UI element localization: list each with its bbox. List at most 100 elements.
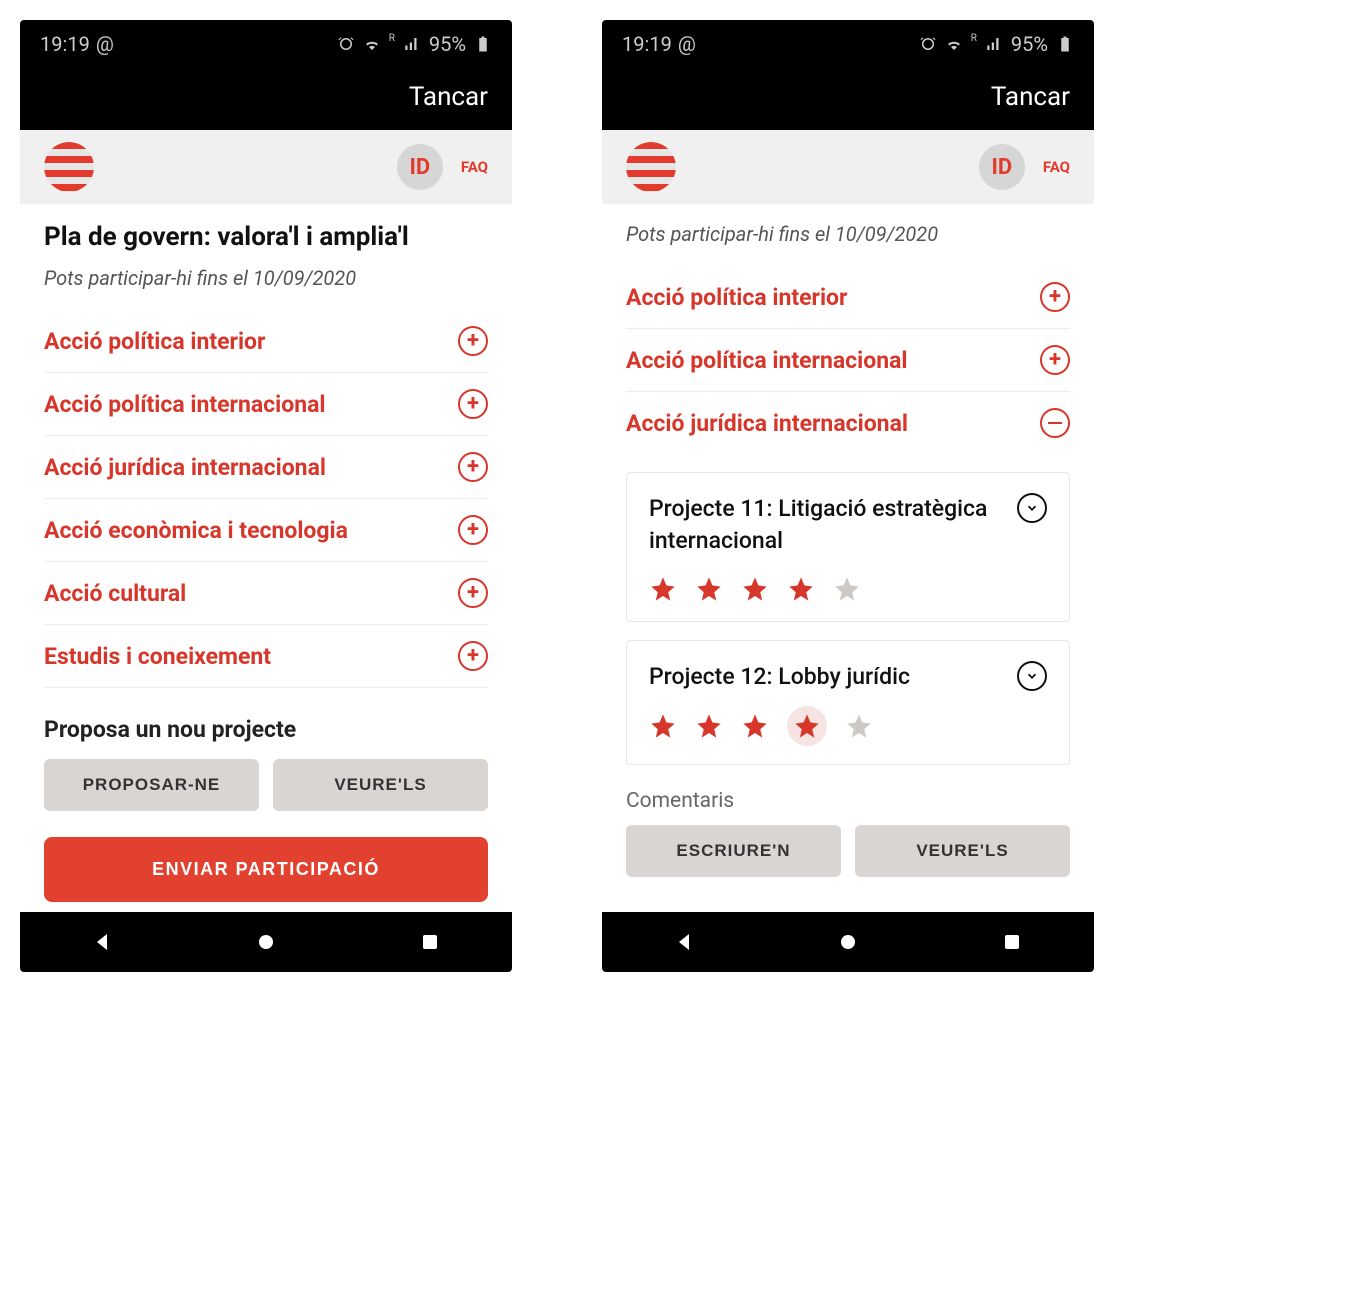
plus-icon xyxy=(1040,282,1070,312)
view-comments-button[interactable]: VEURE'LS xyxy=(855,825,1070,877)
accordion-item-2[interactable]: Acció jurídica internacional xyxy=(626,392,1070,454)
main-content: Pots participar-hi fins el 10/09/2020 Ac… xyxy=(602,204,1094,912)
home-icon[interactable] xyxy=(254,930,278,954)
back-icon[interactable] xyxy=(90,930,114,954)
comments-heading: Comentaris xyxy=(626,789,1070,813)
battery-icon xyxy=(1056,35,1074,53)
status-at: @ xyxy=(96,32,114,56)
id-badge[interactable]: ID xyxy=(397,144,443,190)
plus-icon xyxy=(458,641,488,671)
view-proposals-button[interactable]: VEURE'LS xyxy=(273,759,488,811)
chevron-down-icon xyxy=(1025,501,1039,515)
app-logo[interactable] xyxy=(44,142,94,192)
close-button[interactable]: Tancar xyxy=(991,82,1070,112)
star-highlight[interactable] xyxy=(787,706,827,746)
page-subtitle: Pots participar-hi fins el 10/09/2020 xyxy=(626,222,1070,246)
battery-percent: 95% xyxy=(1011,32,1048,56)
star-icon[interactable] xyxy=(741,575,769,603)
project-card-1: Projecte 12: Lobby jurídic xyxy=(626,640,1070,764)
back-icon[interactable] xyxy=(672,930,696,954)
wifi-icon xyxy=(363,35,381,53)
phone-left: 19:19 @ R 95% Tancar ID FAQ Pla de gover… xyxy=(20,20,512,972)
id-badge[interactable]: ID xyxy=(979,144,1025,190)
status-time-group: 19:19 @ xyxy=(622,32,696,56)
star-icon[interactable] xyxy=(833,575,861,603)
propose-heading: Proposa un nou projecte xyxy=(44,716,488,743)
star-icon[interactable] xyxy=(695,712,723,740)
faq-link[interactable]: FAQ xyxy=(1043,158,1070,176)
star-icon[interactable] xyxy=(845,712,873,740)
accordion-label: Acció jurídica internacional xyxy=(44,454,326,481)
recents-icon[interactable] xyxy=(418,930,442,954)
accordion-item-2[interactable]: Acció jurídica internacional xyxy=(44,436,488,499)
accordion-label: Acció política internacional xyxy=(44,391,326,418)
home-icon[interactable] xyxy=(836,930,860,954)
battery-icon xyxy=(474,35,492,53)
accordion-item-0[interactable]: Acció política interior xyxy=(44,310,488,373)
alarm-icon xyxy=(919,35,937,53)
signal-icon xyxy=(403,35,421,53)
alarm-icon xyxy=(337,35,355,53)
status-bar: 19:19 @ R 95% xyxy=(602,20,1094,68)
accordion-label: Acció econòmica i tecnologia xyxy=(44,517,348,544)
plus-icon xyxy=(458,578,488,608)
accordion-label: Acció política internacional xyxy=(626,347,908,374)
plus-icon xyxy=(458,452,488,482)
page-title: Pla de govern: valora'l i amplia'l xyxy=(44,222,488,252)
accordion-label: Acció política interior xyxy=(44,328,265,355)
accordion-item-4[interactable]: Acció cultural xyxy=(44,562,488,625)
status-time: 19:19 xyxy=(40,32,90,56)
star-icon[interactable] xyxy=(649,712,677,740)
signal-label: R xyxy=(971,33,977,44)
accordion-item-1[interactable]: Acció política internacional xyxy=(44,373,488,436)
accordion-label: Estudis i coneixement xyxy=(44,643,271,670)
project-title: Projecte 12: Lobby jurídic xyxy=(649,661,910,693)
chevron-down-icon xyxy=(1025,669,1039,683)
rating-stars[interactable] xyxy=(649,712,1047,746)
propose-button[interactable]: PROPOSAR-NE xyxy=(44,759,259,811)
submit-button[interactable]: ENVIAR PARTICIPACIÓ xyxy=(44,837,488,902)
accordion-item-0[interactable]: Acció política interior xyxy=(626,266,1070,329)
star-icon xyxy=(793,712,821,740)
accordion-item-5[interactable]: Estudis i coneixement xyxy=(44,625,488,688)
page-subtitle: Pots participar-hi fins el 10/09/2020 xyxy=(44,266,488,290)
android-nav-bar xyxy=(20,912,512,972)
app-logo[interactable] xyxy=(626,142,676,192)
android-nav-bar xyxy=(602,912,1094,972)
star-icon[interactable] xyxy=(787,575,815,603)
rating-stars[interactable] xyxy=(649,575,1047,603)
status-at: @ xyxy=(678,32,696,56)
plus-icon xyxy=(458,326,488,356)
status-icons: R 95% xyxy=(919,32,1074,56)
star-icon[interactable] xyxy=(741,712,769,740)
app-header: ID FAQ xyxy=(602,130,1094,204)
accordion-item-1[interactable]: Acció política internacional xyxy=(626,329,1070,392)
project-title: Projecte 11: Litigació estratègica inter… xyxy=(649,493,1003,557)
close-bar: Tancar xyxy=(20,68,512,130)
status-time: 19:19 xyxy=(622,32,672,56)
battery-percent: 95% xyxy=(429,32,466,56)
minus-icon xyxy=(1040,408,1070,438)
faq-link[interactable]: FAQ xyxy=(461,158,488,176)
status-time-group: 19:19 @ xyxy=(40,32,114,56)
status-icons: R 95% xyxy=(337,32,492,56)
phone-right: 19:19 @ R 95% Tancar ID FAQ Pots partici… xyxy=(602,20,1094,972)
status-bar: 19:19 @ R 95% xyxy=(20,20,512,68)
recents-icon[interactable] xyxy=(1000,930,1024,954)
write-comment-button[interactable]: ESCRIURE'N xyxy=(626,825,841,877)
plus-icon xyxy=(1040,345,1070,375)
expand-project-button[interactable] xyxy=(1017,661,1047,691)
close-bar: Tancar xyxy=(602,68,1094,130)
star-icon[interactable] xyxy=(649,575,677,603)
expand-project-button[interactable] xyxy=(1017,493,1047,523)
accordion-label: Acció jurídica internacional xyxy=(626,410,908,437)
signal-icon xyxy=(985,35,1003,53)
star-icon[interactable] xyxy=(695,575,723,603)
accordion-item-3[interactable]: Acció econòmica i tecnologia xyxy=(44,499,488,562)
project-card-0: Projecte 11: Litigació estratègica inter… xyxy=(626,472,1070,622)
plus-icon xyxy=(458,515,488,545)
close-button[interactable]: Tancar xyxy=(409,82,488,112)
plus-icon xyxy=(458,389,488,419)
signal-label: R xyxy=(389,33,395,44)
main-content: Pla de govern: valora'l i amplia'l Pots … xyxy=(20,204,512,912)
